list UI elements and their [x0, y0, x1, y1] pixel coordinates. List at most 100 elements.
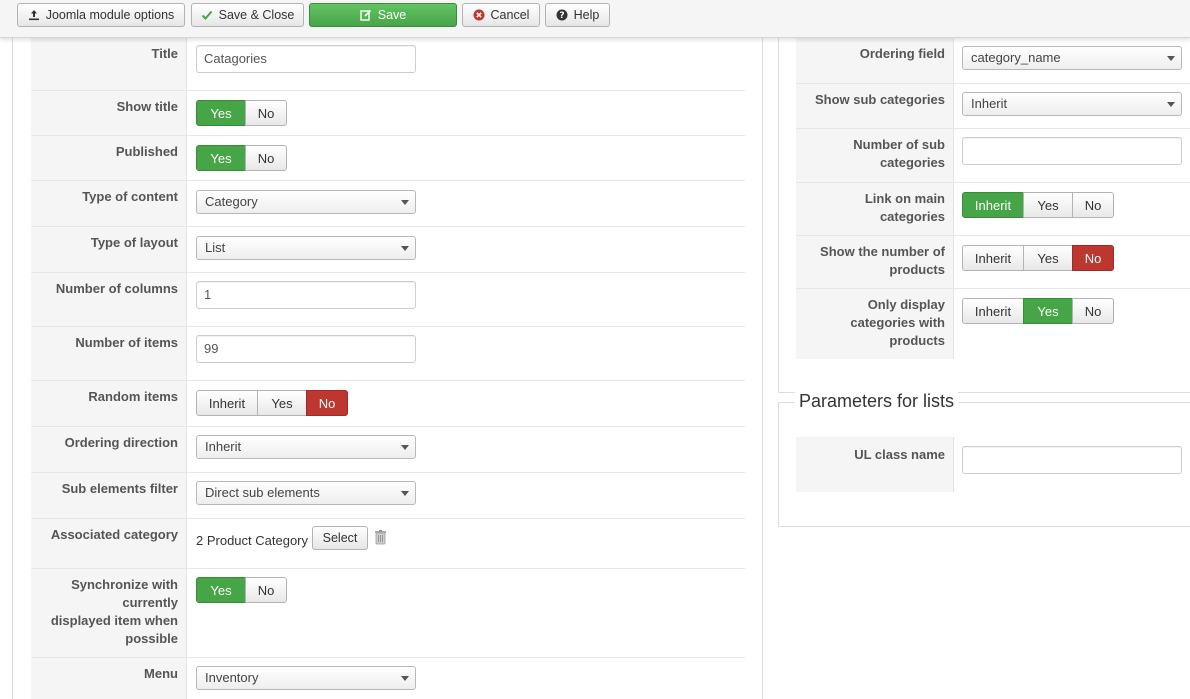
trash-icon[interactable]: [375, 530, 386, 548]
random-items-no-button[interactable]: No: [306, 390, 348, 416]
save-button[interactable]: Save: [309, 3, 457, 27]
number-of-items-label: Number of items: [31, 327, 187, 380]
show-number-of-products-label: Show the number of products: [796, 236, 954, 288]
form-row-show-title: Show title: [31, 91, 745, 135]
type-of-layout-label: Type of layout: [31, 227, 187, 272]
joomla-module-options-button[interactable]: Joomla module options: [17, 3, 185, 27]
chevron-down-icon: [401, 200, 409, 205]
link-main-no-button[interactable]: No: [1072, 192, 1114, 218]
show-number-of-products-label-line: Show the number of: [820, 244, 945, 259]
upload-icon: [28, 9, 41, 22]
show-title-label: Show title: [31, 91, 187, 135]
show-title-toggle: Yes No: [196, 100, 287, 126]
link-on-main-categories-toggle: Inherit Yes No: [962, 192, 1114, 218]
parameters-for-lists-fieldset: Parameters for lists UL class name: [778, 391, 1190, 527]
ordering-direction-select[interactable]: Inherit: [196, 435, 416, 459]
help-button[interactable]: ? Help: [545, 3, 610, 27]
edit-icon: [360, 9, 373, 22]
svg-text:?: ?: [560, 11, 565, 21]
help-label: Help: [573, 8, 600, 22]
show-number-no-button[interactable]: No: [1072, 245, 1114, 271]
chevron-down-icon: [1167, 56, 1175, 61]
ul-class-name-input[interactable]: [962, 446, 1182, 474]
title-label: Title: [31, 38, 187, 90]
chevron-down-icon: [401, 445, 409, 450]
link-on-main-categories-label-line: categories: [879, 209, 945, 224]
cancel-label: Cancel: [490, 8, 530, 22]
published-toggle: Yes No: [196, 145, 287, 171]
synchronize-yes-button[interactable]: Yes: [196, 577, 246, 603]
form-row-associated-category: Associated category: [31, 519, 745, 568]
show-sub-categories-value: Inherit: [971, 96, 1008, 111]
associated-category-label: Associated category: [31, 519, 187, 568]
show-sub-categories-label: Show sub categories: [796, 84, 954, 128]
menu-label: Menu: [31, 658, 187, 699]
only-display-inherit-button[interactable]: Inherit: [962, 298, 1024, 324]
random-items-toggle: Inherit Yes No: [196, 390, 348, 416]
ordering-direction-label: Ordering direction: [31, 427, 187, 472]
only-display-with-products-label: Only display categories with products: [796, 289, 954, 359]
ordering-field-value: category_name: [971, 50, 1061, 65]
checkmark-icon: [201, 9, 214, 22]
synchronize-label-line: possible: [125, 631, 178, 646]
joomla-module-options-label: Joomla module options: [45, 8, 175, 22]
save-close-label: Save & Close: [218, 8, 295, 22]
link-main-inherit-button[interactable]: Inherit: [962, 192, 1024, 218]
random-items-inherit-button[interactable]: Inherit: [196, 390, 258, 416]
synchronize-label: Synchronize with currently displayed ite…: [31, 569, 187, 657]
only-display-no-button[interactable]: No: [1072, 298, 1114, 324]
form-row-published: Published: [31, 136, 745, 180]
only-display-label-line: categories with: [850, 315, 945, 330]
synchronize-label-line: currently: [122, 595, 178, 610]
synchronize-no-button[interactable]: No: [245, 577, 287, 603]
number-of-columns-label: Number of columns: [31, 273, 187, 326]
parameters-for-lists-legend: Parameters for lists: [795, 391, 959, 412]
show-number-yes-button[interactable]: Yes: [1023, 245, 1073, 271]
title-input[interactable]: Catagories: [196, 45, 416, 73]
only-display-yes-button[interactable]: Yes: [1023, 298, 1073, 324]
number-of-sub-categories-label-line: categories: [879, 155, 945, 170]
chevron-down-icon: [401, 246, 409, 251]
published-no-button[interactable]: No: [245, 145, 287, 171]
module-settings-panel: Title Catagories Show title Yes No Publi…: [12, 38, 763, 699]
sub-elements-filter-label: Sub elements filter: [31, 473, 187, 518]
cancel-circle-icon: [473, 9, 486, 22]
show-title-yes-button[interactable]: Yes: [196, 100, 246, 126]
show-sub-categories-select[interactable]: Inherit: [962, 92, 1182, 116]
show-title-no-button[interactable]: No: [245, 100, 287, 126]
form-row-synchronize: Synchronize with currently displayed ite…: [31, 569, 745, 657]
save-close-button[interactable]: Save & Close: [191, 3, 304, 27]
number-of-sub-categories-label: Number of sub categories: [796, 129, 954, 182]
synchronize-label-line: Synchronize with: [71, 577, 178, 592]
type-of-content-select[interactable]: Category: [196, 190, 416, 214]
ordering-field-select[interactable]: category_name: [962, 46, 1182, 70]
show-number-of-products-label-line: products: [889, 262, 945, 277]
chevron-down-icon: [401, 676, 409, 681]
number-of-sub-categories-label-line: Number of sub: [853, 137, 945, 152]
number-of-columns-input[interactable]: 1: [196, 281, 416, 309]
toolbar: Joomla module options Save & Close Save …: [0, 0, 1190, 38]
menu-value: Inventory: [205, 670, 259, 685]
cancel-button[interactable]: Cancel: [462, 3, 540, 27]
show-number-inherit-button[interactable]: Inherit: [962, 245, 1024, 271]
only-display-label-line: Only display: [867, 297, 945, 312]
random-items-label: Random items: [31, 381, 187, 426]
sub-elements-filter-value: Direct sub elements: [205, 485, 320, 500]
chevron-down-icon: [1167, 102, 1175, 107]
select-category-button[interactable]: Select: [312, 526, 368, 550]
associated-category-value: 2 Product Category: [196, 533, 309, 548]
random-items-yes-button[interactable]: Yes: [257, 390, 307, 416]
synchronize-toggle: Yes No: [196, 577, 287, 603]
sub-elements-filter-select[interactable]: Direct sub elements: [196, 481, 416, 505]
type-of-layout-select[interactable]: List: [196, 236, 416, 260]
save-label: Save: [377, 8, 407, 22]
link-main-yes-button[interactable]: Yes: [1023, 192, 1073, 218]
number-of-sub-categories-input[interactable]: [962, 137, 1182, 165]
number-of-items-input[interactable]: 99: [196, 335, 416, 363]
published-yes-button[interactable]: Yes: [196, 145, 246, 171]
menu-select[interactable]: Inventory: [196, 666, 416, 690]
link-on-main-categories-label-line: Link on main: [864, 191, 945, 206]
ordering-field-label: Ordering field: [796, 38, 954, 83]
category-options-panel: Ordering field category_name Show sub ca…: [778, 38, 1190, 393]
published-label: Published: [31, 136, 187, 180]
